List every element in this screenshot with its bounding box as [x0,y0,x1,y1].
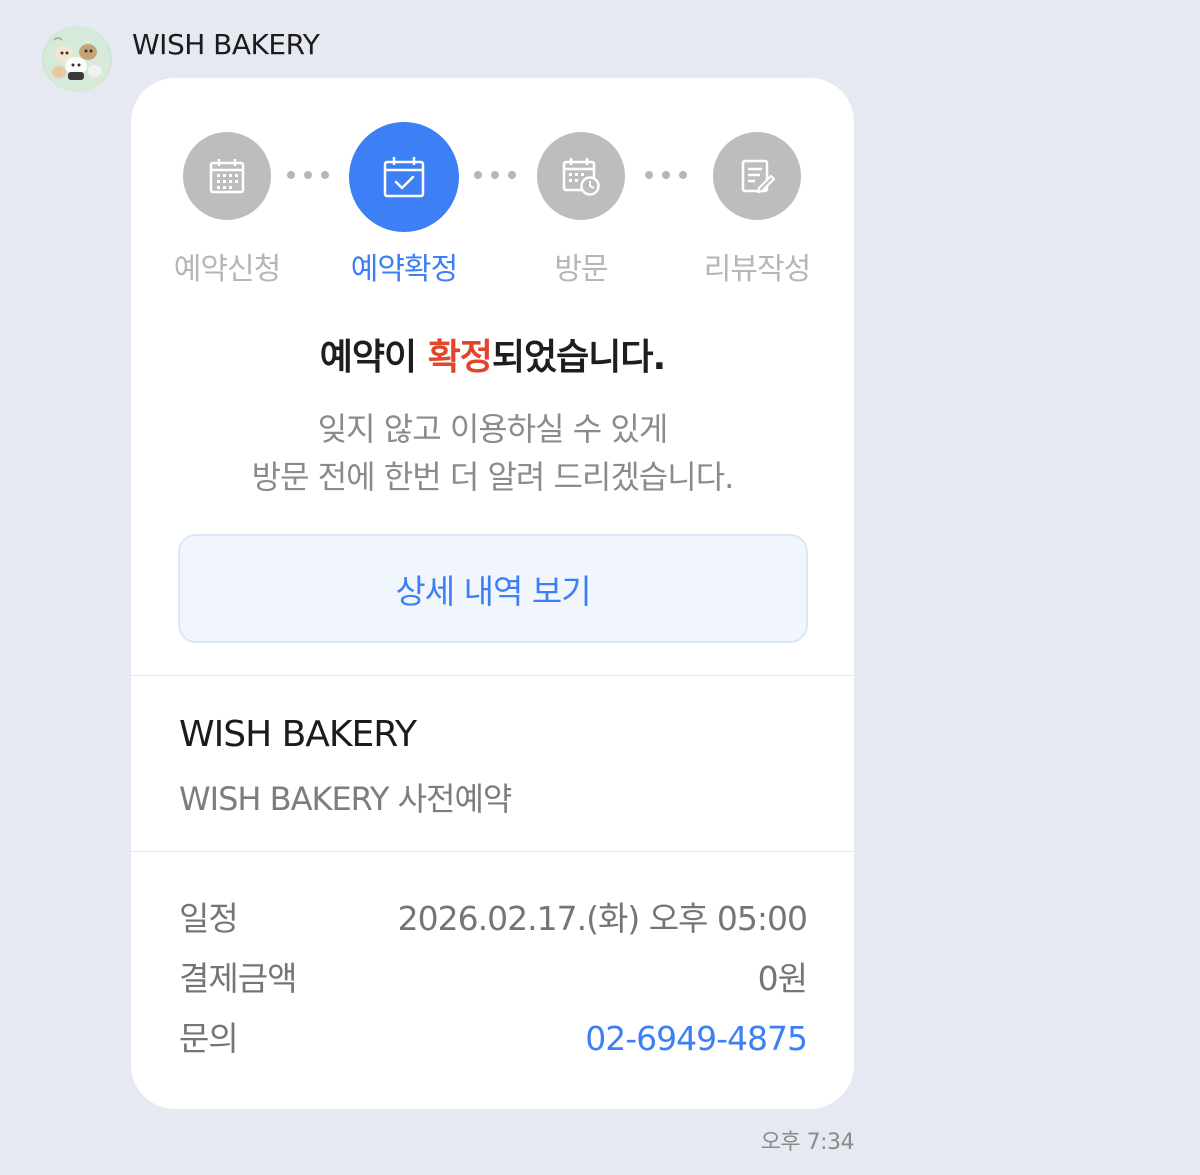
headline-text-after: 되었습니다. [491,337,666,378]
review-edit-icon [741,159,776,194]
message-timestamp: 오후 7:34 [760,1130,855,1155]
section-divider [131,675,854,676]
step-connector-dots [474,171,516,179]
step-connector-dots [645,171,687,179]
calendar-icon [209,159,245,194]
sender-avatar[interactable] [42,26,112,92]
step-review-circle [713,132,801,220]
step-visit-circle [537,132,625,220]
sender-name: WISH BAKERY [132,28,320,61]
reminder-text-line1: 잊지 않고 이용하실 수 있게 [317,410,669,448]
store-name: WISH BAKERY [179,714,417,755]
amount-value: 0원 [757,959,808,998]
headline-text-before: 예약이 [319,337,428,378]
step-connector-dots [287,171,329,179]
amount-label: 결제금액 [179,959,297,998]
bakery-characters-avatar-image [44,26,110,92]
headline-highlight: 확정 [427,337,493,378]
schedule-row: 일정 2026.02.17.(화) 오후 05:00 [179,892,808,940]
step-label-confirmed: 예약확정 [350,252,458,287]
step-label-visit: 방문 [554,252,608,287]
calendar-clock-icon [562,158,600,196]
section-divider [131,851,854,852]
schedule-value: 2026.02.17.(화) 오후 05:00 [397,899,808,938]
view-details-button[interactable]: 상세 내역 보기 [178,534,808,643]
step-label-request: 예약신청 [173,252,281,287]
calendar-check-icon [383,157,425,198]
contact-phone-link[interactable]: 02-6949-4875 [585,1019,808,1058]
step-label-review: 리뷰작성 [703,252,811,287]
confirmation-headline: 예약이 확정되었습니다. [131,328,854,380]
step-confirmed-circle [349,122,459,232]
contact-row: 문의 02-6949-4875 [179,1012,808,1060]
schedule-label: 일정 [179,899,239,938]
amount-row: 결제금액 0원 [179,952,808,1000]
contact-label: 문의 [179,1019,239,1058]
step-request-circle [183,132,271,220]
reservation-message-card: 예약신청 예약확정 방문 리뷰작성 예약이 확정되었습니다. 잊지 않고 이용하… [131,78,854,1109]
store-subtitle: WISH BAKERY 사전예약 [179,780,512,818]
reminder-text-line2: 방문 전에 한번 더 알려 드리겠습니다. [251,458,735,496]
